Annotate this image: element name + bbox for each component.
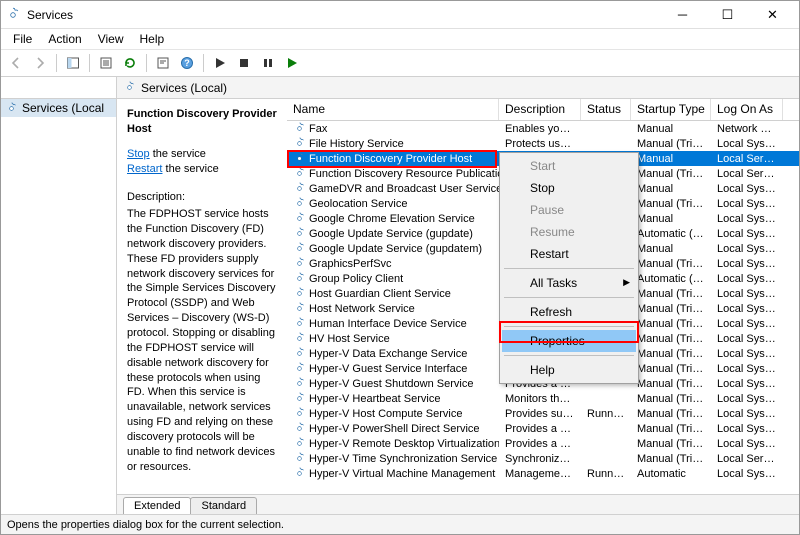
maximize-button[interactable]: ☐ — [705, 2, 750, 28]
context-item-refresh[interactable]: Refresh — [502, 301, 636, 323]
context-menu[interactable]: StartStopPauseResumeRestart All Tasks▶ Ref… — [499, 152, 639, 384]
col-name[interactable]: Name — [287, 99, 499, 120]
gear-icon — [293, 377, 306, 390]
gear-icon — [293, 242, 306, 255]
services-icon — [5, 7, 21, 23]
properties-button[interactable] — [152, 52, 174, 74]
col-description[interactable]: Description — [499, 99, 581, 120]
gear-icon — [293, 287, 306, 300]
gear-icon — [293, 167, 306, 180]
gear-icon — [293, 437, 306, 450]
gear-icon — [5, 102, 18, 115]
refresh-button[interactable] — [119, 52, 141, 74]
gear-icon — [293, 392, 306, 405]
table-row[interactable]: FaxEnables you to ...ManualNetwork Se... — [287, 121, 799, 136]
gear-icon — [293, 182, 306, 195]
gear-icon — [293, 257, 306, 270]
submenu-arrow-icon: ▶ — [623, 277, 630, 288]
view-tabs: Extended Standard — [117, 494, 799, 514]
col-status[interactable]: Status — [581, 99, 631, 120]
col-startup-type[interactable]: Startup Type — [631, 99, 711, 120]
tab-standard[interactable]: Standard — [190, 497, 257, 514]
pause-service-button[interactable] — [257, 52, 279, 74]
gear-icon — [293, 212, 306, 225]
tree-root-services[interactable]: Services (Local — [1, 99, 116, 117]
gear-icon — [123, 81, 136, 94]
gear-icon — [293, 362, 306, 375]
statusbar: Opens the properties dialog box for the … — [1, 514, 799, 534]
table-row[interactable]: File History ServiceProtects user fil...… — [287, 136, 799, 151]
gear-icon — [293, 407, 306, 420]
pane-header-title: Services (Local) — [141, 81, 227, 95]
stop-service-button[interactable] — [233, 52, 255, 74]
toolbar: ? — [1, 49, 799, 77]
gear-icon — [293, 347, 306, 360]
col-log-on-as[interactable]: Log On As — [711, 99, 783, 120]
menu-view[interactable]: View — [90, 30, 132, 48]
close-button[interactable]: ✕ — [750, 2, 795, 28]
column-headers[interactable]: Name Description Status Startup Type Log… — [287, 99, 799, 121]
window-title: Services — [27, 8, 660, 22]
detail-panel: Function Discovery Provider Host Stop th… — [117, 99, 287, 494]
description-label: Description: — [127, 190, 277, 205]
gear-icon — [293, 302, 306, 315]
table-row[interactable]: Hyper-V Remote Desktop Virtualization Se… — [287, 436, 799, 451]
help-button[interactable]: ? — [176, 52, 198, 74]
show-hide-tree-button[interactable] — [62, 52, 84, 74]
description-text: The FDPHOST service hosts the Function D… — [127, 207, 277, 474]
gear-icon — [293, 452, 306, 465]
context-separator — [504, 355, 634, 356]
selected-service-name: Function Discovery Provider Host — [127, 107, 277, 137]
export-list-button[interactable] — [95, 52, 117, 74]
table-row[interactable]: Hyper-V PowerShell Direct ServiceProvide… — [287, 421, 799, 436]
context-item-start: Start — [502, 155, 636, 177]
context-item-resume: Resume — [502, 221, 636, 243]
svg-text:?: ? — [184, 58, 190, 68]
menu-file[interactable]: File — [5, 30, 40, 48]
context-item-help[interactable]: Help — [502, 359, 636, 381]
gear-icon — [293, 137, 306, 150]
gear-icon — [293, 422, 306, 435]
gear-icon — [293, 227, 306, 240]
minimize-button[interactable]: ─ — [660, 2, 705, 28]
gear-icon — [293, 152, 306, 165]
menu-help[interactable]: Help — [132, 30, 173, 48]
context-separator — [504, 268, 634, 269]
gear-icon — [293, 272, 306, 285]
table-row[interactable]: Hyper-V Heartbeat ServiceMonitors the st… — [287, 391, 799, 406]
table-row[interactable]: Hyper-V Virtual Machine ManagementManage… — [287, 466, 799, 481]
gear-icon — [293, 332, 306, 345]
context-item-properties[interactable]: Properties — [502, 330, 636, 352]
start-service-button[interactable] — [209, 52, 231, 74]
gear-icon — [293, 122, 306, 135]
menu-action[interactable]: Action — [40, 30, 89, 48]
gear-icon — [293, 317, 306, 330]
context-separator — [504, 297, 634, 298]
menubar: File Action View Help — [1, 29, 799, 49]
gear-icon — [293, 197, 306, 210]
context-item-restart[interactable]: Restart — [502, 243, 636, 265]
gear-icon — [293, 467, 306, 480]
tab-extended[interactable]: Extended — [123, 497, 191, 514]
context-item-pause: Pause — [502, 199, 636, 221]
restart-link[interactable]: Restart — [127, 163, 162, 175]
table-row[interactable]: Hyper-V Time Synchronization ServiceSync… — [287, 451, 799, 466]
forward-button[interactable] — [29, 52, 51, 74]
stop-link[interactable]: Stop — [127, 148, 150, 160]
console-tree[interactable]: Services (Local — [1, 77, 117, 514]
restart-service-button[interactable] — [281, 52, 303, 74]
context-separator — [504, 326, 634, 327]
context-item-all-tasks[interactable]: All Tasks▶ — [502, 272, 636, 294]
table-row[interactable]: Hyper-V Host Compute ServiceProvides sup… — [287, 406, 799, 421]
context-item-stop[interactable]: Stop — [502, 177, 636, 199]
back-button[interactable] — [5, 52, 27, 74]
